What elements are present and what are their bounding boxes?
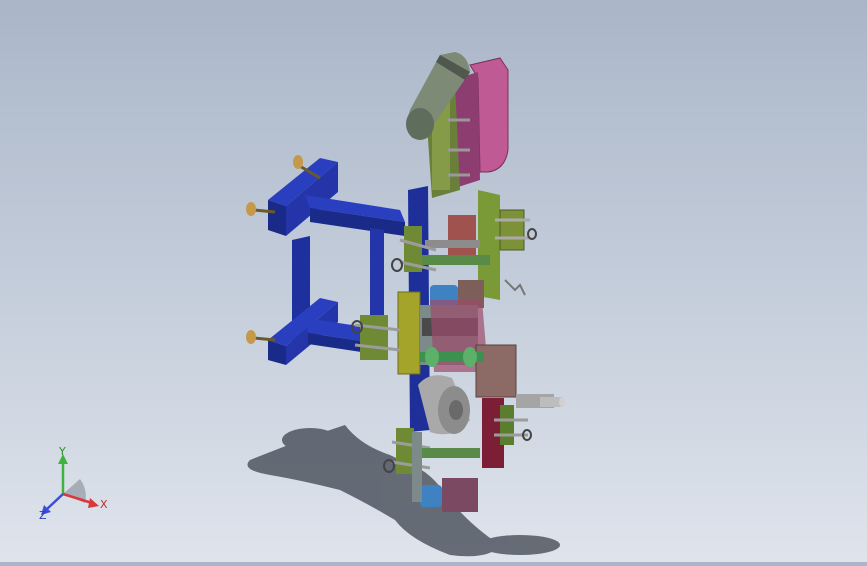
y-axis-label: Y	[58, 445, 66, 458]
triad-graphic: Y X Z	[39, 445, 108, 522]
view-triad[interactable]: Y X Z	[30, 445, 120, 525]
x-axis-label: X	[100, 498, 108, 511]
eye-bolt-icon	[527, 228, 537, 240]
z-axis-label: Z	[39, 509, 47, 522]
x-arrow-icon	[88, 498, 99, 508]
z-axis-icon	[46, 493, 64, 510]
upper-column[interactable]	[406, 52, 509, 198]
model-viewport[interactable]	[0, 0, 867, 562]
output-shaft	[516, 394, 565, 408]
eye-bolt-icon	[391, 258, 403, 272]
assembly-model[interactable]	[0, 0, 867, 562]
